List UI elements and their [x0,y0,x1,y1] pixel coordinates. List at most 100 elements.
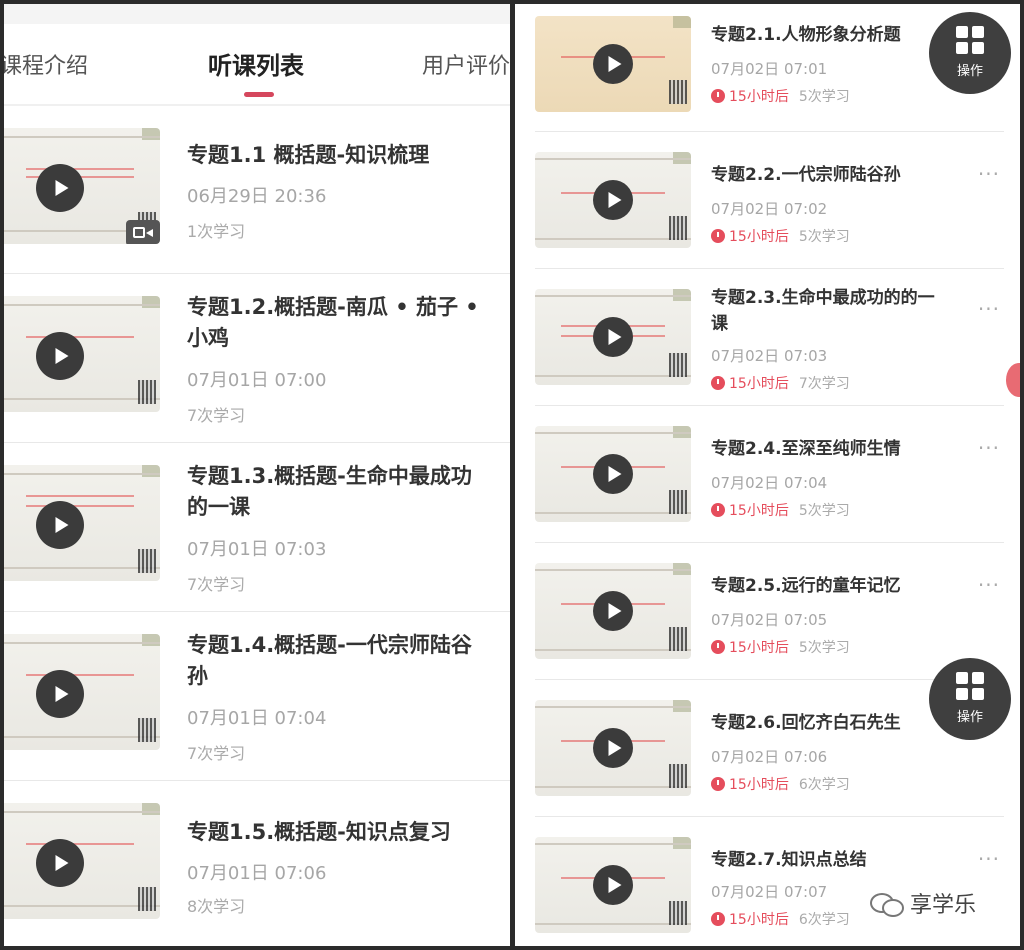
list-item[interactable]: 专题1.4.概括题-一代宗师陆谷孙 07月01日 07:04 7次学习 [4,612,510,781]
lesson-thumbnail[interactable] [535,152,691,248]
wechat-icon [870,893,904,917]
more-options-icon[interactable]: ··· [978,847,1000,871]
tab-user-reviews[interactable]: 用户评价 [422,48,510,80]
play-icon[interactable] [593,591,633,631]
watermark-text: 享学乐 [910,893,977,918]
lesson-thumbnail[interactable] [535,289,691,385]
lesson-title: 专题1.4.概括题-一代宗师陆谷孙 [187,633,472,688]
lesson-date: 07月01日 07:06 [187,863,327,884]
alarm-clock-icon [711,229,725,243]
more-options-icon[interactable]: ··· [978,162,1000,186]
list-item[interactable]: 专题2.4.至深至纯师生情 07月02日 07:04 15小时后 5次学习 ··· [515,406,1020,543]
list-item[interactable]: 专题1.5.概括题-知识点复习 07月01日 07:06 8次学习 [4,781,510,946]
time-remaining: 15小时后 [729,777,789,793]
time-remaining: 15小时后 [729,89,789,105]
study-count: 8次学习 [187,897,246,916]
lesson-thumbnail[interactable] [535,837,691,933]
list-item[interactable]: 专题1.2.概括题-南瓜 • 茄子 • 小鸡 07月01日 07:00 7次学习 [4,274,510,443]
more-options-icon[interactable]: ··· [978,297,1000,321]
lesson-thumbnail[interactable] [535,563,691,659]
active-tab-indicator [244,92,274,97]
study-count: 7次学习 [187,744,246,763]
study-count: 7次学习 [187,575,246,594]
lesson-thumbnail[interactable] [4,128,160,244]
alarm-clock-icon [711,640,725,654]
lesson-title: 专题2.7.知识点总结 [711,850,867,870]
time-remaining: 15小时后 [729,640,789,656]
lesson-list-panel-right: 专题2.1.人物形象分析题 07月02日 07:01 15小时后 5次学习 ···… [515,4,1020,946]
lesson-title: 专题1.5.概括题-知识点复习 [187,820,451,844]
lesson-date: 07月02日 07:01 [711,60,828,78]
grid-icon [956,672,984,700]
play-icon[interactable] [36,164,84,212]
lesson-title: 专题2.5.远行的童年记忆 [711,576,901,596]
more-options-icon[interactable]: ··· [978,573,1000,597]
lesson-thumbnail[interactable] [4,803,160,919]
time-remaining: 15小时后 [729,912,789,928]
lesson-title: 专题2.3.生命中最成功的的一课 [711,288,935,334]
lesson-date: 07月01日 07:03 [187,539,327,560]
lesson-thumbnail[interactable] [535,700,691,796]
play-icon[interactable] [593,865,633,905]
operate-button[interactable]: 操作 [929,658,1011,740]
lesson-title: 专题2.4.至深至纯师生情 [711,439,901,459]
time-remaining: 15小时后 [729,376,789,392]
operate-label: 操作 [956,710,983,725]
alarm-clock-icon [711,777,725,791]
lesson-thumbnail[interactable] [4,634,160,750]
lesson-thumbnail[interactable] [535,16,691,112]
lesson-title: 专题1.1 概括题-知识梳理 [187,143,430,167]
study-count: 6次学习 [798,912,850,928]
lesson-date: 07月02日 07:02 [711,200,828,218]
more-options-icon[interactable]: ··· [978,436,1000,460]
operate-label: 操作 [956,64,983,79]
list-item[interactable]: 专题2.5.远行的童年记忆 07月02日 07:05 15小时后 5次学习 ··· [515,543,1020,680]
tab-lesson-list[interactable]: 听课列表 [208,46,304,81]
study-count: 5次学习 [798,89,850,105]
lesson-title: 专题1.3.概括题-生命中最成功的一课 [187,464,472,519]
play-icon[interactable] [593,180,633,220]
lesson-thumbnail[interactable] [535,426,691,522]
lesson-thumbnail[interactable] [4,465,160,581]
lesson-date: 07月02日 07:04 [711,474,828,492]
list-item[interactable]: 专题2.3.生命中最成功的的一课 07月02日 07:03 15小时后 7次学习 … [515,269,1020,406]
lesson-date: 07月01日 07:04 [187,708,327,729]
time-remaining: 15小时后 [729,229,789,245]
study-count: 5次学习 [798,229,850,245]
watermark: 享学乐 [870,887,976,919]
list-item[interactable]: 专题2.7.知识点总结 07月02日 07:07 15小时后 6次学习 ··· [515,817,1020,946]
play-icon[interactable] [593,44,633,84]
tab-bar: 课程介绍 听课列表 用户评价 [4,4,510,106]
lesson-title: 专题2.2.一代宗师陆谷孙 [711,165,901,185]
list-item[interactable]: 专题2.2.一代宗师陆谷孙 07月02日 07:02 15小时后 5次学习 ··· [515,132,1020,269]
tab-course-intro[interactable]: 课程介绍 [4,48,88,80]
operate-button[interactable]: 操作 [929,12,1011,94]
study-count: 5次学习 [798,640,850,656]
play-icon[interactable] [36,332,84,380]
lesson-date: 07月02日 07:07 [711,883,828,901]
lesson-list-panel-left: 课程介绍 听课列表 用户评价 专题1.1 概括题-知识梳理 06月29日 20:… [4,4,510,946]
lesson-thumbnail[interactable] [4,296,160,412]
lesson-date: 07月02日 07:05 [711,611,828,629]
video-camera-icon [126,220,160,244]
alarm-clock-icon [711,503,725,517]
play-icon[interactable] [593,728,633,768]
grid-icon [956,26,984,54]
play-icon[interactable] [36,839,84,887]
list-item[interactable]: 专题1.1 概括题-知识梳理 06月29日 20:36 1次学习 [4,106,510,274]
play-icon[interactable] [593,454,633,494]
study-count: 7次学习 [798,376,850,392]
study-count: 5次学习 [798,503,850,519]
lesson-date: 07月02日 07:03 [711,347,828,365]
time-remaining: 15小时后 [729,503,789,519]
lesson-title: 专题2.6.回忆齐白石先生 [711,713,901,733]
alarm-clock-icon [711,376,725,390]
play-icon[interactable] [593,317,633,357]
study-count: 6次学习 [798,777,850,793]
play-icon[interactable] [36,670,84,718]
list-item[interactable]: 专题1.3.概括题-生命中最成功的一课 07月01日 07:03 7次学习 [4,443,510,612]
lesson-date: 07月01日 07:00 [187,370,327,391]
lesson-title: 专题1.2.概括题-南瓜 • 茄子 • 小鸡 [187,295,479,350]
play-icon[interactable] [36,501,84,549]
study-count: 7次学习 [187,406,246,425]
